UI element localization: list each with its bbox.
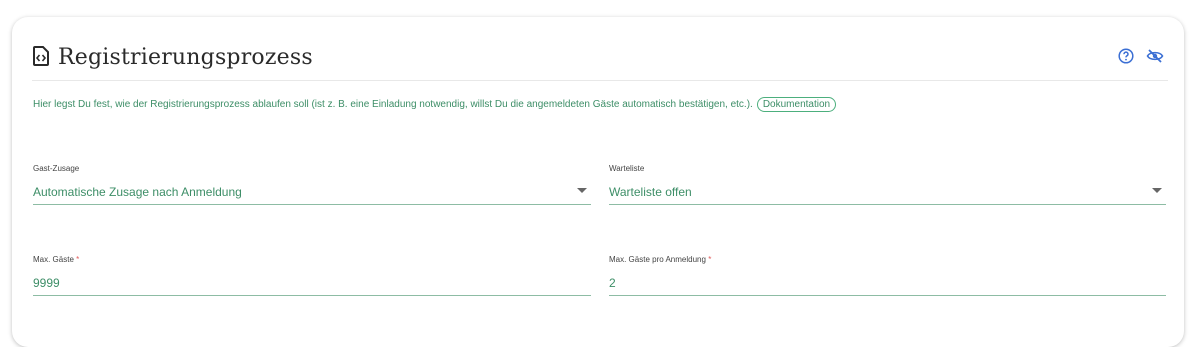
description: Hier legst Du fest, wie der Registrierun… <box>33 97 837 112</box>
eye-off-icon[interactable] <box>1146 48 1164 66</box>
panel-header: Registrierungsprozess <box>32 39 1168 75</box>
chevron-down-icon[interactable] <box>1152 188 1162 193</box>
warteliste-underline <box>609 204 1166 205</box>
max-gaeste-input[interactable]: 9999 <box>33 276 591 296</box>
gast-zusage-select[interactable]: Gast-Zusage Automatische Zusage nach Anm… <box>33 164 591 205</box>
max-gaeste-pro-anmeldung-field[interactable]: Max. Gäste pro Anmeldung * 2 <box>609 255 1166 296</box>
warteliste-select[interactable]: Warteliste Warteliste offen <box>609 164 1166 205</box>
documentation-link[interactable]: Dokumentation <box>756 97 837 112</box>
warteliste-value[interactable]: Warteliste offen <box>609 185 1166 205</box>
code-file-icon <box>32 46 52 68</box>
warteliste-label: Warteliste <box>609 164 645 173</box>
chevron-down-icon[interactable] <box>577 188 587 193</box>
gast-zusage-label: Gast-Zusage <box>33 164 80 173</box>
required-mark: * <box>708 255 712 264</box>
gast-zusage-underline <box>33 204 591 205</box>
description-text: Hier legst Du fest, wie der Registrierun… <box>33 99 753 110</box>
help-circle-icon[interactable] <box>1118 48 1136 66</box>
gast-zusage-value[interactable]: Automatische Zusage nach Anmeldung <box>33 185 591 205</box>
registration-panel: Registrierungsprozess Hier legst Du fest… <box>12 17 1184 347</box>
panel-title: Registrierungsprozess <box>58 44 313 70</box>
header-actions <box>1118 48 1164 66</box>
max-gaeste-label: Max. Gäste * <box>33 255 80 264</box>
max-gaeste-underline <box>33 295 591 296</box>
header-divider <box>32 80 1168 81</box>
required-mark: * <box>76 255 80 264</box>
max-gaeste-pro-anmeldung-label: Max. Gäste pro Anmeldung * <box>609 255 712 264</box>
max-gaeste-field[interactable]: Max. Gäste * 9999 <box>33 255 591 296</box>
max-gaeste-pro-anmeldung-underline <box>609 295 1166 296</box>
max-gaeste-pro-anmeldung-input[interactable]: 2 <box>609 276 1166 296</box>
